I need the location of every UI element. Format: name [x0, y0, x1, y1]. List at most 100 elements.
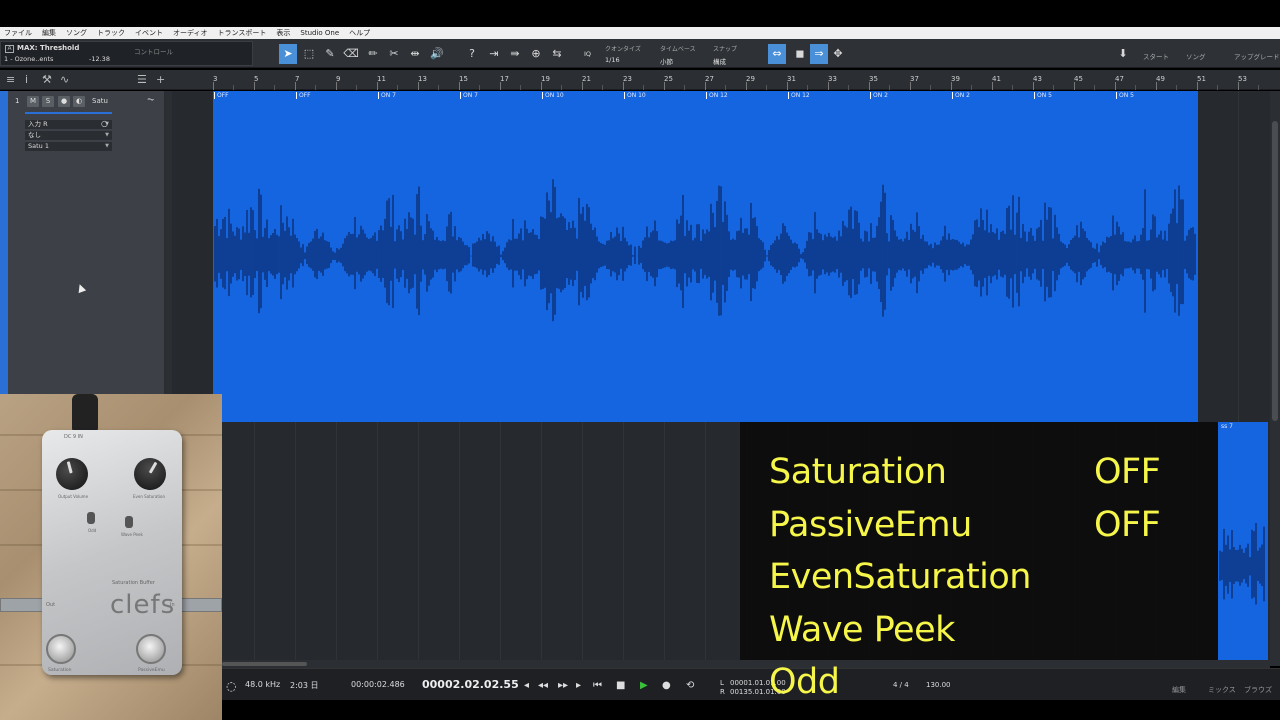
- marker[interactable]: ON 2: [870, 92, 888, 99]
- snap-event-icon[interactable]: ◼: [791, 44, 809, 64]
- add-track-icon[interactable]: +: [156, 73, 165, 86]
- menu-track[interactable]: トラック: [97, 28, 125, 38]
- marker[interactable]: ON 2: [952, 92, 970, 99]
- audio-clip[interactable]: [213, 91, 1198, 422]
- menu-audio[interactable]: オーディオ: [173, 28, 208, 38]
- time-signature[interactable]: 4 / 4: [893, 681, 909, 689]
- mix-view-tab[interactable]: ミックス: [1208, 685, 1236, 695]
- range-tool-icon[interactable]: ⬚: [300, 44, 318, 64]
- waveform-icon[interactable]: ⏦: [147, 95, 154, 105]
- snap-value[interactable]: 構成: [713, 56, 726, 66]
- menu-view[interactable]: 表示: [276, 28, 290, 38]
- track-color-stripe: [0, 91, 8, 396]
- automation-icon[interactable]: A: [5, 45, 14, 53]
- quantize-icon[interactable]: ⇥: [485, 44, 503, 64]
- list-icon[interactable]: ☰: [137, 73, 147, 86]
- info-icon[interactable]: i: [25, 73, 28, 86]
- loop-icon[interactable]: ⟲: [686, 680, 694, 691]
- upgrade-label[interactable]: アップグレード: [1234, 51, 1280, 61]
- start-arrow-icon[interactable]: ⬇: [1114, 44, 1132, 64]
- waveform: [214, 179, 1196, 322]
- horizontal-scrollbar[interactable]: [222, 660, 1270, 668]
- monitor-button[interactable]: ◐: [73, 96, 85, 107]
- vertical-scrollbar[interactable]: [1270, 91, 1280, 666]
- forward-icon[interactable]: ▸: [576, 680, 581, 691]
- top-letterbox: [0, 0, 1280, 27]
- snap-forward-icon[interactable]: ⇛: [506, 44, 524, 64]
- marker[interactable]: OFF: [296, 92, 311, 99]
- menu-event[interactable]: イベント: [135, 28, 163, 38]
- marker[interactable]: ON 7: [460, 92, 478, 99]
- record-icon[interactable]: ●: [662, 680, 671, 691]
- menu-studio-one[interactable]: Studio One: [300, 29, 339, 37]
- wrench-icon[interactable]: ⚒: [42, 73, 52, 86]
- timebase-value[interactable]: 小節: [660, 56, 673, 66]
- solo-button[interactable]: S: [42, 96, 54, 107]
- menu-song[interactable]: ソング: [66, 28, 87, 38]
- stop-icon[interactable]: ■: [616, 680, 625, 691]
- menu-icon[interactable]: ≡: [6, 73, 15, 86]
- pedal-brand: clefs: [110, 590, 176, 620]
- split-tool-icon[interactable]: ✎: [321, 44, 339, 64]
- bend-tool-icon[interactable]: ⇹: [406, 44, 424, 64]
- record-arm-button[interactable]: ●: [58, 96, 70, 107]
- zoom-icon[interactable]: ⊕: [527, 44, 545, 64]
- listen-tool-icon[interactable]: 🔊: [428, 44, 446, 64]
- track-name[interactable]: Satu: [92, 97, 108, 105]
- marker[interactable]: ON 12: [788, 92, 810, 99]
- track-splitter[interactable]: [165, 91, 172, 396]
- even-saturation-knob: [128, 452, 172, 496]
- snap-cursor-icon[interactable]: ⇒: [810, 44, 828, 64]
- position-display[interactable]: 00002.02.02.55: [422, 678, 519, 691]
- play-icon[interactable]: ▶: [640, 680, 648, 691]
- edit-view-tab[interactable]: 編集: [1172, 685, 1186, 695]
- ruler-tick: 25: [664, 75, 673, 83]
- arrow-tool-icon[interactable]: ➤: [279, 44, 297, 64]
- quantize-value[interactable]: 1/16: [605, 56, 620, 64]
- marker[interactable]: ON 12: [706, 92, 728, 99]
- ruler-tick: 27: [705, 75, 714, 83]
- eraser-tool-icon[interactable]: ⌫: [342, 44, 360, 64]
- browse-view-tab[interactable]: ブラウズ: [1244, 685, 1272, 695]
- marker[interactable]: ON 7: [378, 92, 396, 99]
- tempo[interactable]: 130.00: [926, 681, 951, 689]
- paint-tool-icon[interactable]: ✏: [364, 44, 382, 64]
- follow-icon[interactable]: ⇆: [548, 44, 566, 64]
- ruler-tick: 31: [787, 75, 796, 83]
- marker[interactable]: ON 5: [1116, 92, 1134, 99]
- output-volume-knob: [52, 454, 92, 494]
- song-label[interactable]: ソング: [1186, 51, 1206, 61]
- marker[interactable]: ON 5: [1034, 92, 1052, 99]
- marker[interactable]: ON 10: [542, 92, 564, 99]
- start-label[interactable]: スタート: [1143, 51, 1169, 61]
- marker[interactable]: OFF: [214, 92, 229, 99]
- loop-right-label: R: [720, 688, 725, 696]
- return-zero-icon[interactable]: ⏮: [593, 680, 602, 691]
- output-selector[interactable]: なし ▼: [25, 131, 112, 140]
- control-link-box[interactable]: A MAX: Threshold 1 - Ozone..ents -12.38 …: [0, 41, 253, 66]
- automation-curve-icon[interactable]: ∿: [60, 73, 69, 86]
- power-icon[interactable]: ○: [101, 119, 108, 128]
- help-icon[interactable]: ?: [463, 44, 481, 64]
- timeline-ruler[interactable]: 3 5 7 9 11 13 15 17 19 21 23 25 27 29 31…: [172, 70, 1280, 90]
- menu-edit[interactable]: 編集: [42, 28, 56, 38]
- marker[interactable]: ON 10: [624, 92, 646, 99]
- input-selector[interactable]: 入力 R ▼: [25, 120, 112, 129]
- time-seconds[interactable]: 00:00:02.486: [351, 680, 405, 689]
- forward-fast-icon[interactable]: ▸▸: [558, 680, 568, 691]
- snap-move-icon[interactable]: ✥: [829, 44, 847, 64]
- audio-clip-tail[interactable]: ss 7: [1218, 422, 1268, 660]
- iq-label[interactable]: IQ: [584, 50, 591, 58]
- mute-tool-icon[interactable]: ✂: [385, 44, 403, 64]
- ruler-tick: 53: [1238, 75, 1247, 83]
- insert-slot[interactable]: Satu 1 ▼: [25, 142, 112, 151]
- rewind-icon[interactable]: ◂: [524, 680, 529, 691]
- menu-help[interactable]: ヘルプ: [349, 28, 370, 38]
- pedal-dc-label: DC 9 IN: [64, 434, 83, 440]
- menu-file[interactable]: ファイル: [4, 28, 32, 38]
- mute-button[interactable]: M: [27, 96, 39, 107]
- snap-grid-icon[interactable]: ⇔: [768, 44, 786, 64]
- rewind-fast-icon[interactable]: ◂◂: [538, 680, 548, 691]
- ruler-tick: 13: [418, 75, 427, 83]
- menu-transport[interactable]: トランスポート: [218, 28, 267, 38]
